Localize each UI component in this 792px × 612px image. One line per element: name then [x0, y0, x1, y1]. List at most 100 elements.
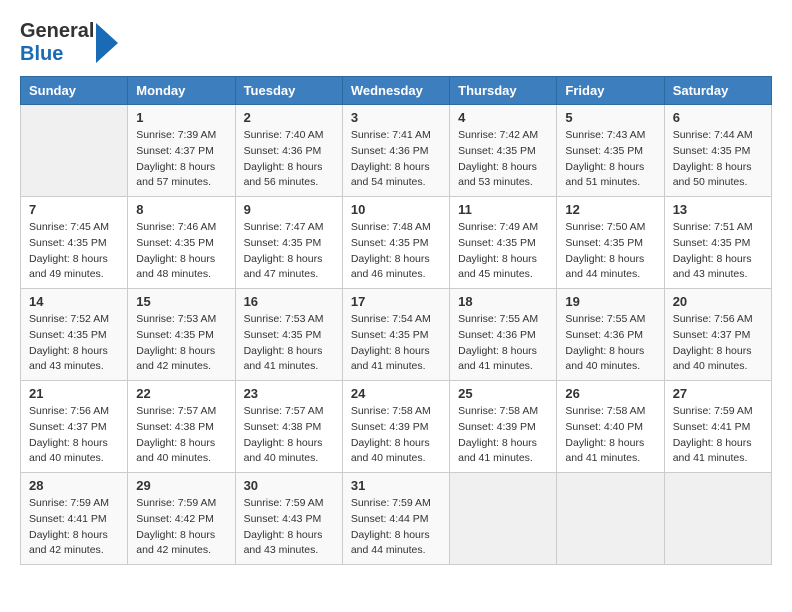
day-number: 18 — [458, 294, 548, 309]
day-info: Sunrise: 7:55 AMSunset: 4:36 PMDaylight:… — [565, 312, 655, 375]
day-number: 8 — [136, 202, 226, 217]
day-number: 19 — [565, 294, 655, 309]
calendar-week-row: 21 Sunrise: 7:56 AMSunset: 4:37 PMDayligh… — [21, 381, 772, 473]
day-number: 16 — [244, 294, 334, 309]
calendar-week-row: 1 Sunrise: 7:39 AMSunset: 4:37 PMDaylight… — [21, 105, 772, 197]
day-number: 2 — [244, 110, 334, 125]
day-info: Sunrise: 7:48 AMSunset: 4:35 PMDaylight:… — [351, 220, 441, 283]
day-info: Sunrise: 7:47 AMSunset: 4:35 PMDaylight:… — [244, 220, 334, 283]
day-info: Sunrise: 7:59 AMSunset: 4:41 PMDaylight:… — [673, 404, 763, 467]
calendar-day-cell: 23 Sunrise: 7:57 AMSunset: 4:38 PMDayligh… — [235, 381, 342, 473]
day-number: 14 — [29, 294, 119, 309]
day-number: 9 — [244, 202, 334, 217]
day-info: Sunrise: 7:44 AMSunset: 4:35 PMDaylight:… — [673, 128, 763, 191]
day-number: 24 — [351, 386, 441, 401]
calendar-day-cell: 9 Sunrise: 7:47 AMSunset: 4:35 PMDaylight… — [235, 197, 342, 289]
calendar-day-cell: 24 Sunrise: 7:58 AMSunset: 4:39 PMDayligh… — [342, 381, 449, 473]
day-number: 11 — [458, 202, 548, 217]
calendar-day-cell: 30 Sunrise: 7:59 AMSunset: 4:43 PMDayligh… — [235, 473, 342, 565]
page-header: General Blue — [20, 20, 772, 66]
day-number: 26 — [565, 386, 655, 401]
day-number: 25 — [458, 386, 548, 401]
calendar-day-cell: 29 Sunrise: 7:59 AMSunset: 4:42 PMDayligh… — [128, 473, 235, 565]
calendar-day-cell: 7 Sunrise: 7:45 AMSunset: 4:35 PMDaylight… — [21, 197, 128, 289]
calendar-day-cell — [664, 473, 771, 565]
day-info: Sunrise: 7:55 AMSunset: 4:36 PMDaylight:… — [458, 312, 548, 375]
day-number: 12 — [565, 202, 655, 217]
day-info: Sunrise: 7:41 AMSunset: 4:36 PMDaylight:… — [351, 128, 441, 191]
day-number: 1 — [136, 110, 226, 125]
calendar-day-cell: 3Sunrise: 7:41 AMSunset: 4:36 PMDaylight… — [342, 105, 449, 197]
calendar-day-cell: 20 Sunrise: 7:56 AMSunset: 4:37 PMDayligh… — [664, 289, 771, 381]
calendar-day-cell: 4Sunrise: 7:42 AMSunset: 4:35 PMDaylight… — [450, 105, 557, 197]
day-number: 29 — [136, 478, 226, 493]
calendar-day-cell: 11 Sunrise: 7:49 AMSunset: 4:35 PMDayligh… — [450, 197, 557, 289]
calendar-day-cell: 13 Sunrise: 7:51 AMSunset: 4:35 PMDayligh… — [664, 197, 771, 289]
day-info: Sunrise: 7:49 AMSunset: 4:35 PMDaylight:… — [458, 220, 548, 283]
day-info: Sunrise: 7:58 AMSunset: 4:39 PMDaylight:… — [458, 404, 548, 467]
calendar-day-cell: 19 Sunrise: 7:55 AMSunset: 4:36 PMDayligh… — [557, 289, 664, 381]
day-info: Sunrise: 7:56 AMSunset: 4:37 PMDaylight:… — [29, 404, 119, 467]
day-info: Sunrise: 7:56 AMSunset: 4:37 PMDaylight:… — [673, 312, 763, 375]
logo-arrow-icon — [96, 23, 118, 63]
day-number: 30 — [244, 478, 334, 493]
day-number: 28 — [29, 478, 119, 493]
day-number: 22 — [136, 386, 226, 401]
day-info: Sunrise: 7:39 AMSunset: 4:37 PMDaylight:… — [136, 128, 226, 191]
calendar-day-cell — [450, 473, 557, 565]
day-number: 6 — [673, 110, 763, 125]
calendar-day-cell: 22 Sunrise: 7:57 AMSunset: 4:38 PMDayligh… — [128, 381, 235, 473]
calendar-day-cell: 2Sunrise: 7:40 AMSunset: 4:36 PMDaylight… — [235, 105, 342, 197]
calendar-day-cell: 27 Sunrise: 7:59 AMSunset: 4:41 PMDayligh… — [664, 381, 771, 473]
day-info: Sunrise: 7:58 AMSunset: 4:39 PMDaylight:… — [351, 404, 441, 467]
day-number: 4 — [458, 110, 548, 125]
day-info: Sunrise: 7:57 AMSunset: 4:38 PMDaylight:… — [244, 404, 334, 467]
calendar-day-cell: 14Sunrise: 7:52 AMSunset: 4:35 PMDayligh… — [21, 289, 128, 381]
calendar-day-cell: 8 Sunrise: 7:46 AMSunset: 4:35 PMDaylight… — [128, 197, 235, 289]
calendar-table: SundayMondayTuesdayWednesdayThursdayFrid… — [20, 76, 772, 565]
calendar-day-header: Monday — [128, 77, 235, 105]
day-number: 15 — [136, 294, 226, 309]
day-info: Sunrise: 7:46 AMSunset: 4:35 PMDaylight:… — [136, 220, 226, 283]
day-info: Sunrise: 7:53 AMSunset: 4:35 PMDaylight:… — [136, 312, 226, 375]
calendar-day-cell: 6 Sunrise: 7:44 AMSunset: 4:35 PMDaylight… — [664, 105, 771, 197]
calendar-day-cell: 18 Sunrise: 7:55 AMSunset: 4:36 PMDayligh… — [450, 289, 557, 381]
day-number: 31 — [351, 478, 441, 493]
logo: General Blue — [20, 20, 118, 66]
calendar-day-cell: 15 Sunrise: 7:53 AMSunset: 4:35 PMDayligh… — [128, 289, 235, 381]
day-info: Sunrise: 7:59 AMSunset: 4:44 PMDaylight:… — [351, 496, 441, 559]
day-number: 21 — [29, 386, 119, 401]
day-info: Sunrise: 7:59 AMSunset: 4:42 PMDaylight:… — [136, 496, 226, 559]
calendar-day-cell: 1 Sunrise: 7:39 AMSunset: 4:37 PMDaylight… — [128, 105, 235, 197]
calendar-day-cell: 17Sunrise: 7:54 AMSunset: 4:35 PMDayligh… — [342, 289, 449, 381]
calendar-day-cell: 25 Sunrise: 7:58 AMSunset: 4:39 PMDayligh… — [450, 381, 557, 473]
day-number: 27 — [673, 386, 763, 401]
calendar-week-row: 28 Sunrise: 7:59 AMSunset: 4:41 PMDayligh… — [21, 473, 772, 565]
day-number: 20 — [673, 294, 763, 309]
calendar-day-header: Wednesday — [342, 77, 449, 105]
calendar-day-header: Friday — [557, 77, 664, 105]
day-info: Sunrise: 7:51 AMSunset: 4:35 PMDaylight:… — [673, 220, 763, 283]
day-info: Sunrise: 7:53 AMSunset: 4:35 PMDaylight:… — [244, 312, 334, 375]
day-info: Sunrise: 7:45 AMSunset: 4:35 PMDaylight:… — [29, 220, 119, 283]
logo-general-text: General — [20, 20, 94, 43]
day-number: 13 — [673, 202, 763, 217]
calendar-day-cell — [557, 473, 664, 565]
calendar-day-cell: 16 Sunrise: 7:53 AMSunset: 4:35 PMDayligh… — [235, 289, 342, 381]
calendar-day-header: Tuesday — [235, 77, 342, 105]
day-info: Sunrise: 7:59 AMSunset: 4:41 PMDaylight:… — [29, 496, 119, 559]
day-number: 17 — [351, 294, 441, 309]
logo: General Blue — [20, 20, 118, 66]
calendar-day-cell: 31 Sunrise: 7:59 AMSunset: 4:44 PMDayligh… — [342, 473, 449, 565]
calendar-day-cell: 12Sunrise: 7:50 AMSunset: 4:35 PMDayligh… — [557, 197, 664, 289]
day-number: 7 — [29, 202, 119, 217]
day-info: Sunrise: 7:43 AMSunset: 4:35 PMDaylight:… — [565, 128, 655, 191]
calendar-header-row: SundayMondayTuesdayWednesdayThursdayFrid… — [21, 77, 772, 105]
day-info: Sunrise: 7:59 AMSunset: 4:43 PMDaylight:… — [244, 496, 334, 559]
calendar-week-row: 7 Sunrise: 7:45 AMSunset: 4:35 PMDaylight… — [21, 197, 772, 289]
calendar-day-header: Saturday — [664, 77, 771, 105]
day-info: Sunrise: 7:57 AMSunset: 4:38 PMDaylight:… — [136, 404, 226, 467]
calendar-day-cell: 21 Sunrise: 7:56 AMSunset: 4:37 PMDayligh… — [21, 381, 128, 473]
day-number: 23 — [244, 386, 334, 401]
calendar-day-cell: 10Sunrise: 7:48 AMSunset: 4:35 PMDayligh… — [342, 197, 449, 289]
